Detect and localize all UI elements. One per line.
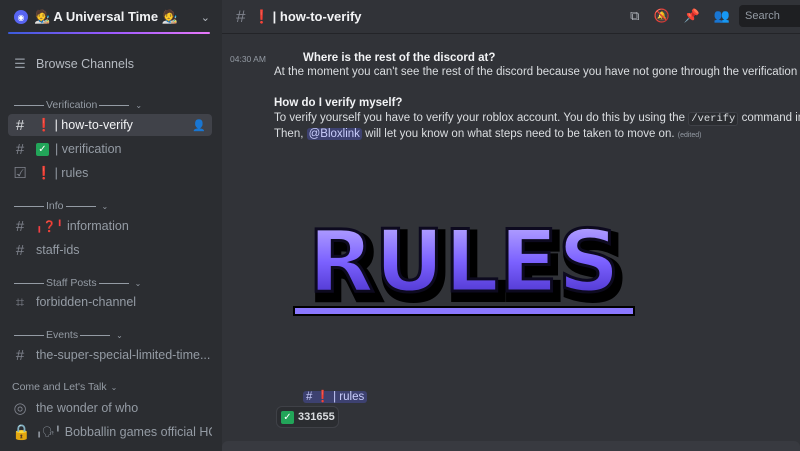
rules-channel-icon: ☑ — [13, 165, 27, 182]
channel-staff-ids[interactable]: # staff-ids — [8, 239, 212, 261]
header-toolbar: ⧉ 🔕 📌 👥 — [630, 8, 730, 24]
boost-progress-bar — [8, 32, 210, 34]
category-verification[interactable]: Verification ⌄ — [12, 99, 142, 111]
channel-label: Bobballin games official HQ — [64, 425, 212, 439]
channel-label: forbidden-channel — [36, 295, 137, 309]
forum-channel-icon: ⌗ — [15, 293, 25, 311]
faq-question-1: Where is the rest of the discord at? — [303, 52, 496, 64]
faq-question-2: How do I verify myself? — [274, 97, 403, 109]
channel-how-to-verify[interactable]: # ❗ | how-to-verify 👤 — [8, 114, 212, 136]
channel-super-special[interactable]: # the-super-special-limited-time... — [8, 344, 212, 366]
text-channel-icon: # — [15, 241, 25, 259]
server-header[interactable]: ◉ 🧑‍🎨 A Universal Time 🧑‍🎨 ⌄ — [0, 0, 222, 34]
rules-banner-text: RULES — [308, 212, 620, 312]
channel-label: staff-ids — [36, 243, 80, 257]
channel-sidebar: ◉ 🧑‍🎨 A Universal Time 🧑‍🎨 ⌄ ☰ Browse Ch… — [0, 0, 222, 451]
channel-information[interactable]: # ╻❓╹ information — [8, 215, 212, 237]
text-channel-icon: # — [15, 346, 25, 364]
channel-label: information — [66, 219, 129, 233]
category-label: Info — [46, 200, 64, 212]
text-channel-icon: # — [15, 116, 25, 134]
category-come-and-lets-talk[interactable]: Come and Let's Talk ⌄ — [12, 381, 117, 393]
stage-channel-icon: ◎ — [13, 400, 27, 417]
channel-label: the wonder of who — [36, 401, 139, 415]
chevron-down-icon: ⌄ — [116, 330, 123, 340]
reaction-check[interactable]: ✓ 331655 — [276, 406, 339, 428]
category-events[interactable]: Events ⌄ — [12, 329, 123, 341]
channel-rules[interactable]: ☑ ❗ | rules — [8, 162, 212, 184]
faq-answer-2: To verify yourself you have to verify yo… — [274, 112, 800, 126]
inline-code: /verify — [688, 112, 739, 126]
category-label: Staff Posts — [46, 277, 97, 289]
rules-banner-image: RULES RULES — [293, 211, 635, 323]
chevron-down-icon[interactable]: ⌄ — [201, 11, 210, 24]
channel-wonder-of-who[interactable]: ◎ the wonder of who — [8, 397, 212, 419]
user-mention[interactable]: @Bloxlink — [306, 128, 362, 140]
notification-mute-icon[interactable]: 🔕 — [653, 8, 669, 24]
faq-answer-1: At the moment you can't see the rest of … — [274, 66, 800, 78]
category-info[interactable]: Info ⌄ — [12, 200, 108, 212]
channel-title: | how-to-verify — [272, 9, 362, 24]
text-channel-icon: # — [15, 217, 25, 235]
channel-header: # ❗ | how-to-verify ⧉ 🔕 📌 👥 Search — [222, 0, 800, 34]
text-channel-icon: # — [15, 140, 25, 158]
category-label: Events — [46, 329, 79, 341]
category-label: Come and Let's Talk — [12, 381, 107, 393]
reaction-count: 331655 — [298, 411, 335, 423]
channel-label: | verification — [55, 142, 122, 156]
lock-icon: 🔒 — [12, 424, 31, 441]
channel-label: | rules — [54, 166, 89, 180]
server-logo-icon: ◉ — [14, 10, 28, 24]
browse-channels[interactable]: ☰ Browse Channels — [8, 52, 213, 76]
channel-verification[interactable]: # ✓ | verification — [8, 138, 212, 160]
member-list-icon[interactable]: 👥 — [714, 8, 730, 24]
edited-label: (edited) — [677, 132, 702, 139]
browse-channels-label: Browse Channels — [36, 57, 134, 71]
chevron-down-icon: ⌄ — [101, 201, 109, 211]
browse-channels-icon: ☰ — [14, 56, 26, 71]
pin-icon[interactable]: 📌 — [684, 8, 700, 24]
server-name: 🧑‍🎨 A Universal Time 🧑‍🎨 — [34, 9, 178, 24]
message-composer[interactable] — [222, 441, 800, 451]
chevron-down-icon: ⌄ — [135, 100, 143, 110]
category-label: Verification — [46, 99, 98, 111]
channel-forbidden[interactable]: ⌗ forbidden-channel — [8, 291, 212, 313]
create-invite-icon[interactable]: 👤 — [192, 119, 206, 132]
message-timestamp: 04:30 AM — [230, 54, 266, 64]
chevron-down-icon: ⌄ — [110, 382, 118, 392]
channel-bobballin[interactable]: 🔒 ╻🗣╹ Bobballin games official HQ — [8, 421, 212, 443]
faq-answer-3: Then, @Bloxlink will let you know on wha… — [274, 128, 702, 140]
text-channel-icon: # — [236, 6, 246, 26]
channel-label: the-super-special-limited-time... — [36, 348, 211, 362]
channel-label: | how-to-verify — [54, 118, 133, 132]
check-emoji-icon: ✓ — [281, 410, 294, 424]
threads-icon[interactable]: ⧉ — [630, 8, 639, 24]
chevron-down-icon: ⌄ — [134, 278, 142, 288]
category-staff-posts[interactable]: Staff Posts ⌄ — [12, 277, 141, 289]
check-emoji-icon: ✓ — [36, 142, 49, 156]
rules-channel-link[interactable]: # ❗ | rules — [303, 389, 368, 403]
search-input[interactable]: Search — [739, 5, 800, 27]
